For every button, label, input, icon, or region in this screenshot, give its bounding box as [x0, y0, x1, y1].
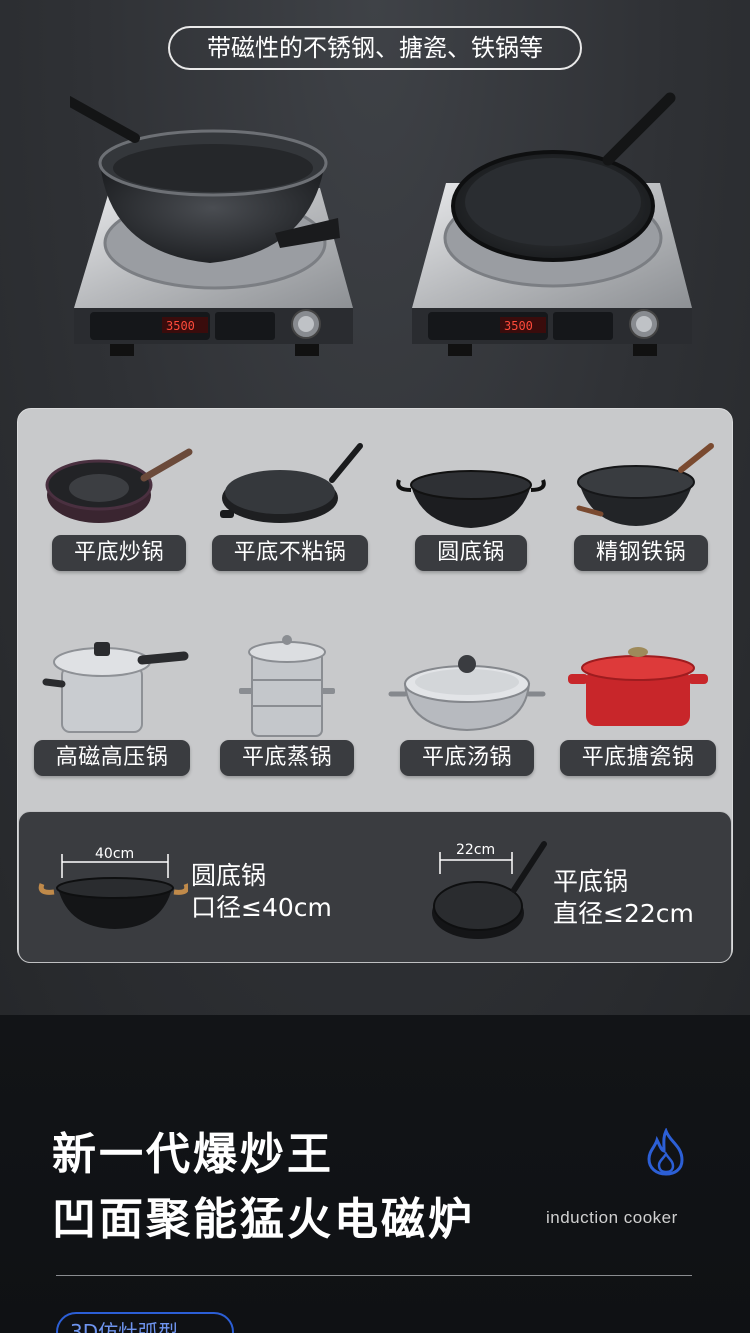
- cookware-item: 圆底锅: [386, 440, 556, 571]
- flame-icon: [647, 1128, 684, 1176]
- cookware-label: 平底汤锅: [399, 740, 534, 776]
- cookware-label: 平底搪瓷锅: [559, 740, 717, 776]
- compatibility-tagline: 带磁性的不锈钢、搪瓷、铁锅等: [168, 26, 582, 70]
- round-wok-spec: 口径≤40cm: [191, 893, 332, 922]
- frying-wok-icon: [45, 448, 193, 523]
- power-readout: 3500: [166, 319, 195, 333]
- power-readout: 3500: [504, 319, 533, 333]
- flat-pan-dimension: 22cm: [456, 842, 496, 858]
- flat-pan-name: 平底锅: [553, 867, 629, 896]
- induction-cooker-with-wok-image: 3500: [70, 95, 353, 356]
- cookware-item: 平底汤锅: [382, 632, 552, 776]
- cookware-item: 高磁高压锅: [27, 632, 197, 776]
- feature-badge: 3D仿灶弧型: [56, 1312, 234, 1333]
- round-wok-icon: [396, 470, 546, 528]
- cookware-label: 圆底锅: [415, 535, 527, 571]
- cookware-label: 平底不粘锅: [211, 535, 369, 571]
- nonstick-pan-icon: [220, 443, 363, 523]
- cookware-item: 平底蒸锅: [202, 632, 372, 776]
- steamer-icon: [239, 635, 335, 737]
- cookware-item: 精钢铁锅: [556, 440, 726, 571]
- english-subtitle: induction cooker: [546, 1208, 678, 1227]
- cookware-label: 精钢铁锅: [573, 535, 708, 571]
- cookware-item: 平底炒锅: [34, 440, 204, 571]
- round-wok-dimension: 40cm: [95, 846, 135, 862]
- pressure-cooker-icon: [42, 642, 189, 733]
- flat-pan-spec: 直径≤22cm: [553, 899, 694, 928]
- hero-title-line1: 新一代爆炒王: [52, 1129, 334, 1180]
- soup-pot-icon: [388, 655, 546, 732]
- induction-cooker-with-pan-image: 3500: [412, 92, 692, 356]
- steel-wok-icon: [576, 443, 714, 526]
- cookware-item: 平底搪瓷锅: [553, 632, 723, 776]
- round-wok-name: 圆底锅: [191, 861, 267, 890]
- cookware-label: 高磁高压锅: [33, 740, 191, 776]
- cookware-item: 平底不粘锅: [205, 440, 375, 571]
- cookware-label: 平底蒸锅: [219, 740, 354, 776]
- enamel-pot-icon: [568, 647, 708, 726]
- cookware-label: 平底炒锅: [51, 535, 186, 571]
- hero-title-line2: 凹面聚能猛火电磁炉: [52, 1194, 475, 1245]
- divider: [56, 1275, 692, 1276]
